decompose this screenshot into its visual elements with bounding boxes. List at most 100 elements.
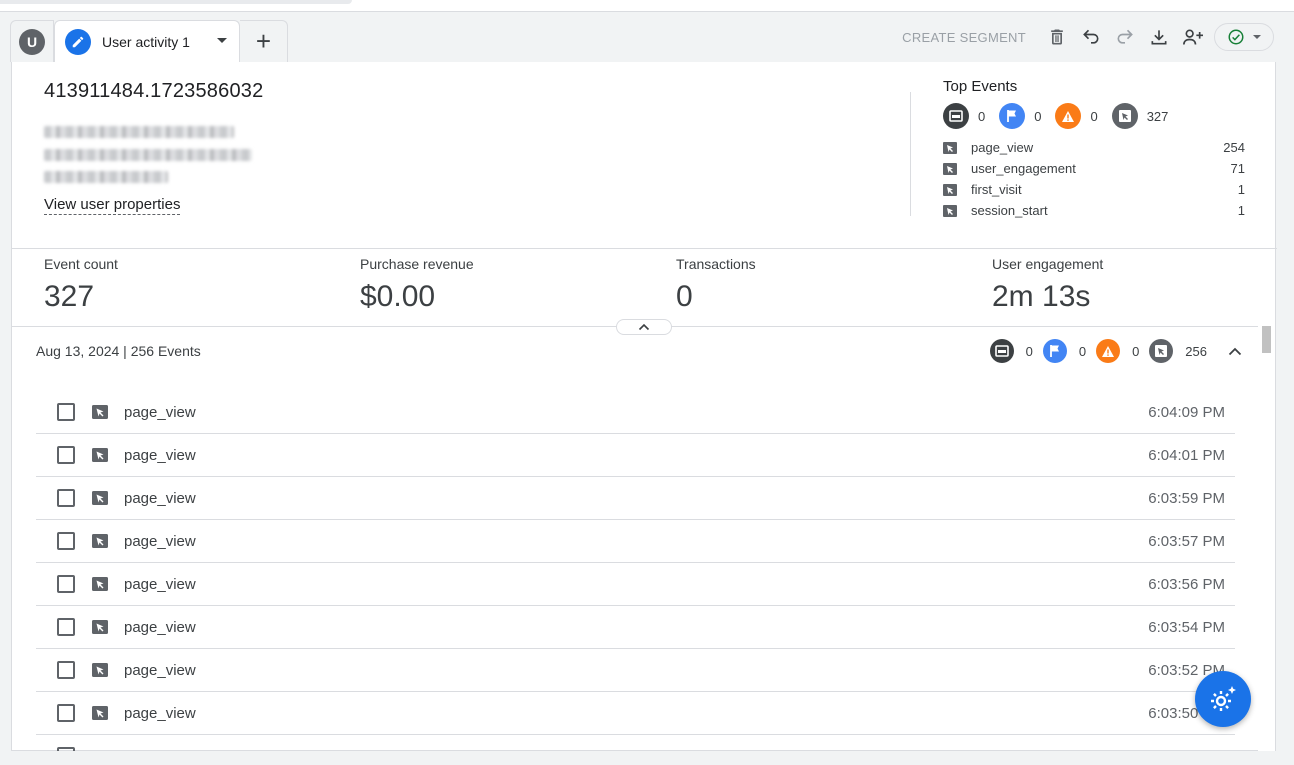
- row-checkbox[interactable]: [57, 403, 75, 421]
- redacted-line-1: [44, 126, 234, 138]
- cursor-icon: [92, 620, 108, 634]
- pencil-icon: [65, 28, 91, 55]
- tab-user-activity[interactable]: User activity 1: [54, 20, 240, 62]
- row-checkbox[interactable]: [57, 489, 75, 507]
- day-counts: 0 0 0 256: [989, 338, 1245, 364]
- scrollbar[interactable]: [1258, 326, 1275, 751]
- events-panel: Aug 13, 2024 | 256 Events 0 0 0 256 page…: [12, 326, 1260, 751]
- warning-icon: [1055, 103, 1082, 129]
- event-name: page_view: [124, 489, 196, 507]
- tab-label: User activity 1: [102, 33, 190, 50]
- event-time: 6:04:09 PM: [1148, 403, 1225, 421]
- event-count: 71: [1230, 161, 1245, 176]
- cursor-icon: [92, 448, 108, 462]
- event-time: 6:03:59 PM: [1148, 489, 1225, 507]
- event-count: 254: [1223, 140, 1245, 155]
- row-checkbox[interactable]: [57, 446, 75, 464]
- cursor-icon: [1111, 103, 1138, 129]
- event-name: page_view: [124, 618, 196, 636]
- avatar: U: [19, 28, 45, 55]
- table-row[interactable]: page_view 6:03:56 PM: [36, 563, 1235, 606]
- event-name: user_engagement: [971, 161, 1076, 176]
- caret-down-icon[interactable]: [217, 38, 227, 43]
- cursor-icon: [943, 141, 957, 154]
- event-name: page_view: [124, 446, 196, 464]
- metric-purchase-revenue: Purchase revenue $0.00: [328, 256, 644, 314]
- list-item[interactable]: first_visit 1: [943, 179, 1245, 200]
- table-row[interactable]: page_view 6:04:01 PM: [36, 434, 1235, 477]
- share-user-icon[interactable]: [1176, 22, 1210, 52]
- day-count-page: 0: [1025, 343, 1033, 359]
- table-row[interactable]: page_view 6:04:09 PM: [36, 391, 1235, 434]
- cursor-icon: [92, 491, 108, 505]
- count-cursor: 327: [1146, 108, 1169, 124]
- event-rows: page_view 6:04:09 PM page_view 6:04:01 P…: [36, 391, 1235, 751]
- cursor-icon: [92, 663, 108, 677]
- scrollbar-thumb[interactable]: [1262, 326, 1271, 353]
- user-id: 413911484.1723586032: [44, 80, 264, 102]
- top-events-counts: 0 0 0 327: [943, 103, 1245, 129]
- row-checkbox[interactable]: [57, 704, 75, 722]
- tab-bar: U User activity 1 +: [10, 20, 288, 62]
- collapse-button[interactable]: [616, 319, 672, 335]
- metric-value: 2m 13s: [992, 280, 1091, 313]
- row-checkbox[interactable]: [57, 575, 75, 593]
- cursor-icon: [92, 577, 108, 591]
- flag-icon: [999, 103, 1026, 129]
- count-page: 0: [978, 108, 986, 124]
- table-row[interactable]: page_view 6:03:50 PM: [36, 692, 1235, 735]
- day-count-warning: 0: [1132, 343, 1140, 359]
- add-tab-button[interactable]: +: [240, 20, 288, 62]
- tab-user-avatar[interactable]: U: [10, 20, 54, 62]
- event-name: page_view: [124, 661, 196, 679]
- divider: [910, 92, 911, 216]
- list-item[interactable]: session_start 1: [943, 200, 1245, 221]
- check-circle-icon: [1228, 29, 1244, 45]
- redo-icon[interactable]: [1108, 22, 1142, 52]
- event-time: 6:03:57 PM: [1148, 532, 1225, 550]
- event-name: page_view: [124, 575, 196, 593]
- table-row[interactable]: page_view 6:03:54 PM: [36, 606, 1235, 649]
- download-icon[interactable]: [1142, 22, 1176, 52]
- top-strip-segment: [0, 0, 352, 4]
- cursor-icon: [943, 204, 957, 217]
- event-name: page_view: [124, 403, 196, 421]
- row-checkbox[interactable]: [57, 661, 75, 679]
- table-row[interactable]: page_view 6:03:59 PM: [36, 477, 1235, 520]
- cursor-icon: [92, 405, 108, 419]
- list-item[interactable]: page_view 254: [943, 137, 1245, 158]
- delete-icon[interactable]: [1040, 22, 1074, 52]
- event-name: page_view: [124, 704, 196, 722]
- table-row[interactable]: page_view 6:03:52 PM: [36, 649, 1235, 692]
- top-strip: [0, 0, 1294, 12]
- metric-label: User engagement: [992, 256, 1104, 272]
- status-dropdown[interactable]: [1214, 23, 1274, 51]
- row-checkbox[interactable]: [57, 618, 75, 636]
- chevron-up-icon[interactable]: [1225, 347, 1245, 356]
- redacted-line-2: [44, 149, 252, 161]
- metric-event-count: Event count 327: [12, 256, 328, 314]
- event-time: 6:04:01 PM: [1148, 446, 1225, 464]
- list-item[interactable]: user_engagement 71: [943, 158, 1245, 179]
- metrics-row: Event count 327 Purchase revenue $0.00 T…: [12, 256, 1277, 314]
- event-time: 6:03:54 PM: [1148, 618, 1225, 636]
- create-segment-button[interactable]: CREATE SEGMENT: [902, 30, 1026, 45]
- day-count-flag: 0: [1078, 343, 1087, 359]
- chevron-down-icon: [1253, 35, 1261, 39]
- event-count: 1: [1237, 182, 1245, 197]
- row-checkbox[interactable]: [57, 747, 75, 751]
- undo-icon[interactable]: [1074, 22, 1108, 52]
- view-user-properties-link[interactable]: View user properties: [44, 196, 181, 215]
- metric-label: Event count: [44, 256, 118, 272]
- event-time: 6:03:56 PM: [1148, 575, 1225, 593]
- table-row[interactable]: page_view 6:03:57 PM: [36, 520, 1235, 563]
- chevron-up-icon: [638, 323, 650, 331]
- page-icon: [989, 339, 1014, 363]
- metric-value: 327: [44, 280, 95, 313]
- insights-fab-button[interactable]: [1195, 671, 1251, 727]
- gear-sparkle-icon: [1211, 686, 1236, 711]
- metric-label: Purchase revenue: [360, 256, 474, 272]
- redacted-line-3: [44, 171, 168, 183]
- top-events-panel: Top Events 0 0 0 327 page_view 254 user_…: [943, 78, 1245, 221]
- row-checkbox[interactable]: [57, 532, 75, 550]
